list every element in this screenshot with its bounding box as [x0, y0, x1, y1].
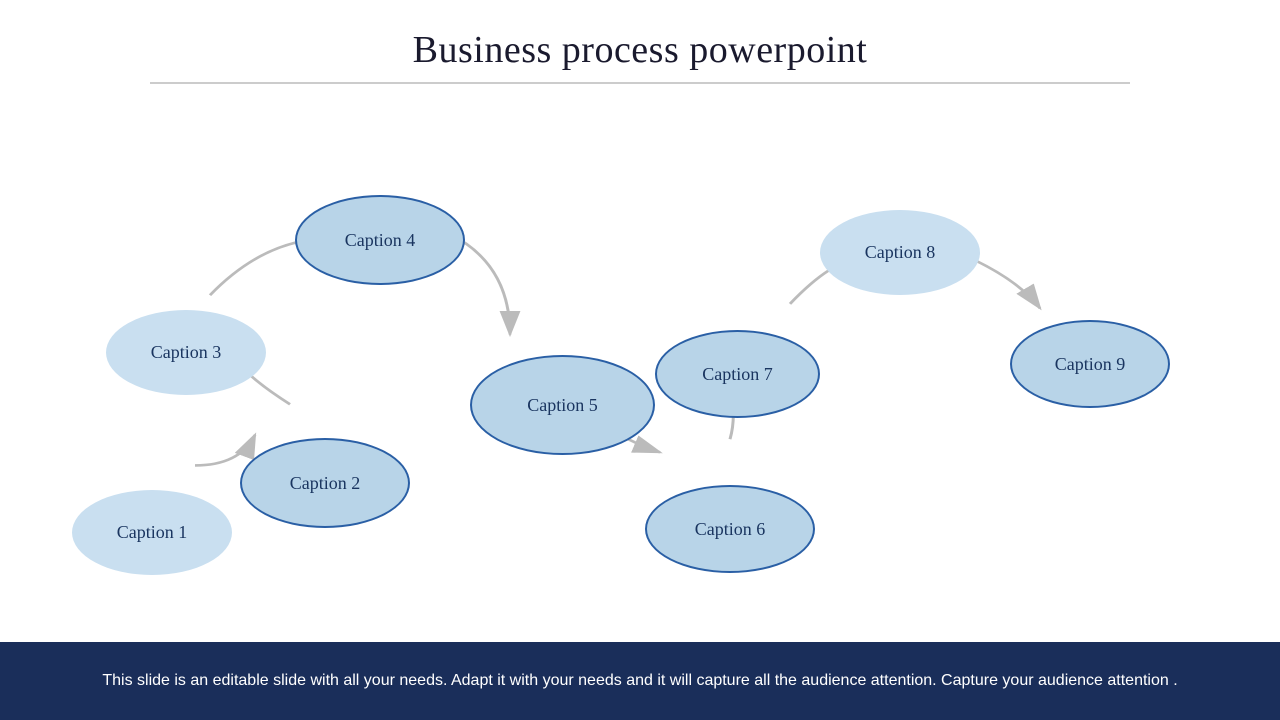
slide: Business process powerpoint — [0, 0, 1280, 720]
footer: This slide is an editable slide with all… — [0, 642, 1280, 720]
node-caption4[interactable]: Caption 4 — [295, 195, 465, 285]
node-caption8[interactable]: Caption 8 — [820, 210, 980, 295]
node-caption1[interactable]: Caption 1 — [72, 490, 232, 575]
node-caption7[interactable]: Caption 7 — [655, 330, 820, 418]
header: Business process powerpoint — [0, 0, 1280, 96]
page-title: Business process powerpoint — [0, 28, 1280, 72]
node-caption3[interactable]: Caption 3 — [106, 310, 266, 395]
node-caption6[interactable]: Caption 6 — [645, 485, 815, 573]
footer-text: This slide is an editable slide with all… — [102, 669, 1177, 693]
node-caption9[interactable]: Caption 9 — [1010, 320, 1170, 408]
diagram-area: Caption 1 Caption 2 Caption 3 Caption 4 … — [0, 90, 1280, 640]
node-caption2[interactable]: Caption 2 — [240, 438, 410, 528]
node-caption5[interactable]: Caption 5 — [470, 355, 655, 455]
divider — [150, 82, 1130, 84]
